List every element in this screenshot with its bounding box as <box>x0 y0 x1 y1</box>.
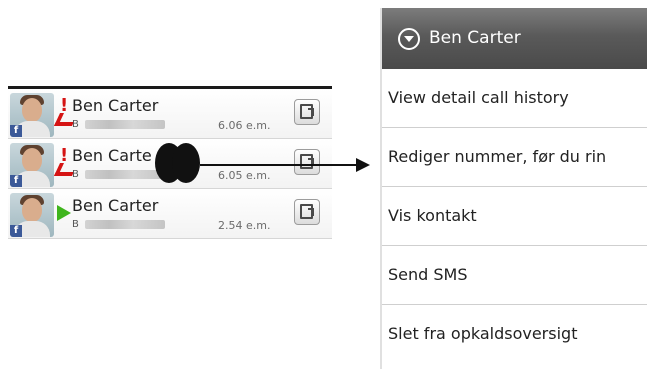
call-time: 2.54 e.m. <box>218 219 271 232</box>
number-type: B <box>72 169 79 180</box>
menu-item-label: Vis kontakt <box>388 206 477 225</box>
contact-name: Ben Carter <box>72 96 159 115</box>
blurred-phone-number <box>85 170 165 179</box>
facebook-icon: f <box>10 225 22 237</box>
context-menu-header: Ben Carter <box>382 8 647 69</box>
call-time: 6.05 e.m. <box>218 169 271 182</box>
call-log-row[interactable]: f Ben Carter B 2.54 e.m. <box>8 189 332 239</box>
contact-avatar[interactable]: f <box>10 93 54 137</box>
call-time: 6.06 e.m. <box>218 119 271 132</box>
menu-item-send-sms[interactable]: Send SMS <box>382 246 647 305</box>
menu-item-label: Send SMS <box>388 265 468 284</box>
pointer-arrow-head <box>356 158 370 172</box>
call-action-button[interactable] <box>294 149 320 175</box>
context-menu: Ben Carter View detail call history Redi… <box>380 8 647 369</box>
contact-name: Ben Carte <box>72 146 152 165</box>
number-type: B <box>72 119 79 130</box>
menu-item-label: Rediger nummer, før du rin <box>388 147 607 166</box>
context-menu-title: Ben Carter <box>429 28 521 48</box>
facebook-icon: f <box>10 175 22 187</box>
edit-call-icon <box>300 104 314 119</box>
edit-call-icon <box>300 204 314 219</box>
menu-item-edit-number[interactable]: Rediger nummer, før du rin <box>382 128 647 187</box>
contact-avatar[interactable]: f <box>10 193 54 237</box>
number-type: B <box>72 219 79 230</box>
contact-avatar[interactable]: f <box>10 143 54 187</box>
long-press-touch-indicator <box>155 143 201 183</box>
menu-item-view-contact[interactable]: Vis kontakt <box>382 187 647 246</box>
contact-name: Ben Carter <box>72 196 159 215</box>
blurred-phone-number <box>85 220 165 229</box>
call-action-button[interactable] <box>294 199 320 225</box>
chevron-down-circle-icon <box>398 28 420 50</box>
blurred-phone-number <box>85 120 165 129</box>
menu-item-delete-from-log[interactable]: Slet fra opkaldsoversigt <box>382 305 647 364</box>
pointer-arrow-line <box>200 164 358 166</box>
menu-item-label: Slet fra opkaldsoversigt <box>388 324 578 343</box>
menu-item-label: View detail call history <box>388 88 569 107</box>
menu-item-view-call-history[interactable]: View detail call history <box>382 69 647 128</box>
edit-call-icon <box>300 154 314 169</box>
call-log-row[interactable]: f ! Ben Carter B 6.06 e.m. <box>8 89 332 139</box>
call-action-button[interactable] <box>294 99 320 125</box>
facebook-icon: f <box>10 125 22 137</box>
